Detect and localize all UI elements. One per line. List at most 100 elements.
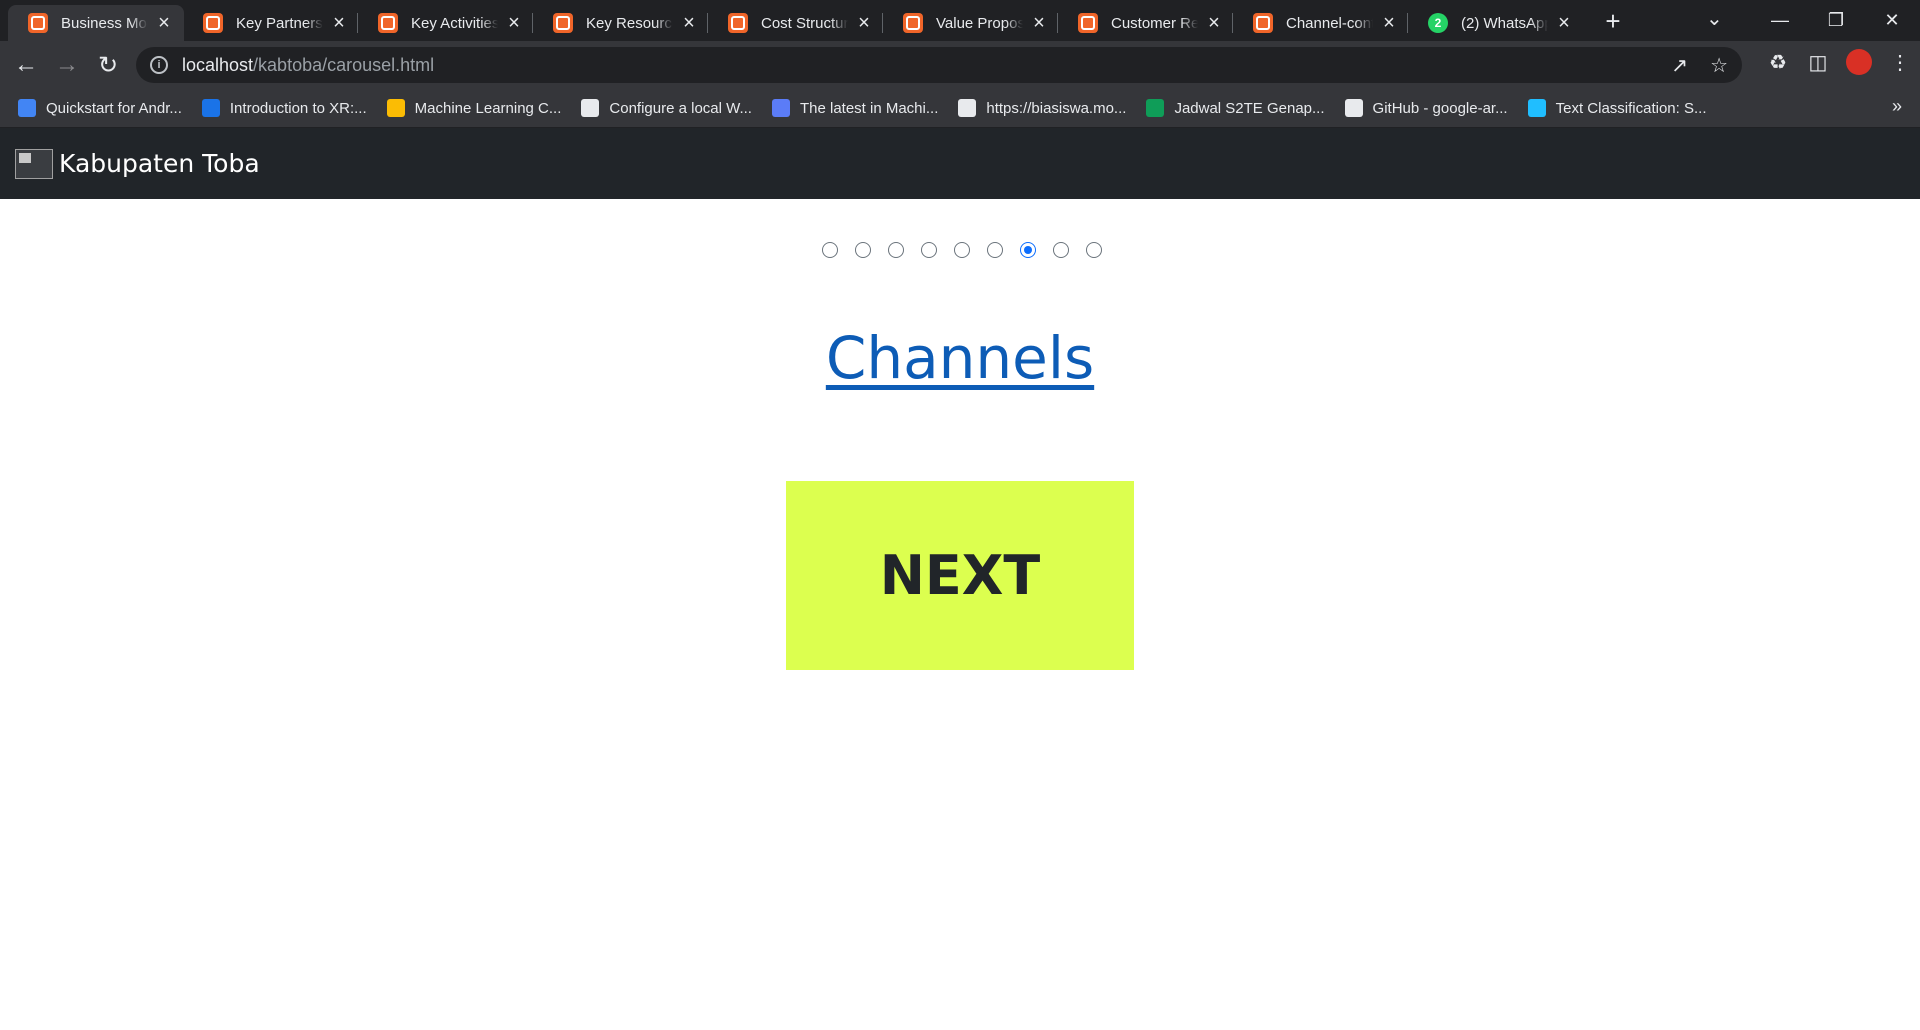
carousel-indicator-radio[interactable] xyxy=(1020,242,1036,258)
browser-tab[interactable]: Value Proposit × xyxy=(883,5,1059,41)
browser-tab[interactable]: Key Resources × xyxy=(533,5,709,41)
tab-close-icon[interactable]: × xyxy=(156,13,172,33)
tab-separator xyxy=(1232,13,1233,33)
bookmark-item[interactable]: Introduction to XR:... xyxy=(201,99,367,117)
bookmark-favicon-icon xyxy=(1146,99,1165,117)
html-file-icon xyxy=(1253,13,1273,33)
html-file-icon xyxy=(28,13,48,33)
minimize-icon[interactable]: — xyxy=(1752,10,1808,31)
window-controls: — ❐ ✕ xyxy=(1752,0,1920,41)
tab-separator xyxy=(532,13,533,33)
menu-kebab-icon[interactable]: ⋮ xyxy=(1880,50,1920,75)
bookmark-star-icon[interactable]: ☆ xyxy=(1710,53,1728,78)
bookmark-item[interactable]: GitHub - google-ar... xyxy=(1344,99,1508,117)
carousel-indicators xyxy=(822,242,1102,258)
url-path: /kabtoba/carousel.html xyxy=(253,54,435,75)
whatsapp-icon xyxy=(1428,13,1448,33)
tab-close-icon[interactable]: × xyxy=(1206,13,1222,33)
site-navbar: Kabupaten Toba xyxy=(0,128,1920,199)
bookmark-item[interactable]: Text Classification: S... xyxy=(1527,99,1707,117)
tab-close-icon[interactable]: × xyxy=(681,13,697,33)
bookmark-label: Configure a local W... xyxy=(609,99,752,117)
carousel-indicator-radio[interactable] xyxy=(987,242,1003,258)
html-file-icon xyxy=(203,13,223,33)
close-window-icon[interactable]: ✕ xyxy=(1864,10,1920,31)
carousel-indicator-radio[interactable] xyxy=(888,242,904,258)
html-file-icon xyxy=(378,13,398,33)
carousel-indicator-radio[interactable] xyxy=(1086,242,1102,258)
side-panel-icon[interactable]: ◫ xyxy=(1798,50,1838,75)
bookmark-item[interactable]: Quickstart for Andr... xyxy=(18,99,182,117)
carousel-indicator-radio[interactable] xyxy=(855,242,871,258)
html-file-icon xyxy=(728,13,748,33)
tab-close-icon[interactable]: × xyxy=(1031,13,1047,33)
tab-close-icon[interactable]: × xyxy=(1556,13,1572,33)
forward-arrow-icon[interactable]: → xyxy=(51,49,83,81)
tab-title: Channel-conte xyxy=(1286,14,1373,32)
extensions-puzzle-icon[interactable]: ♻ xyxy=(1758,50,1798,75)
browser-tab[interactable]: Customer Rela × xyxy=(1058,5,1234,41)
bookmark-label: Text Classification: S... xyxy=(1555,99,1707,117)
bookmark-item[interactable]: Jadwal S2TE Genap... xyxy=(1146,99,1325,117)
tab-close-icon[interactable]: × xyxy=(856,13,872,33)
bookmark-favicon-icon xyxy=(958,99,977,117)
bookmark-label: Introduction to XR:... xyxy=(229,99,367,117)
broken-image-icon[interactable] xyxy=(15,148,53,179)
bookmark-item[interactable]: The latest in Machi... xyxy=(771,99,939,117)
back-arrow-icon[interactable]: ← xyxy=(10,49,42,81)
browser-tab[interactable]: Key Activities × xyxy=(358,5,534,41)
tab-title: Business Mod xyxy=(61,14,148,32)
brand-title[interactable]: Kabupaten Toba xyxy=(59,149,260,178)
bookmark-label: Quickstart for Andr... xyxy=(46,99,182,117)
bookmark-favicon-icon xyxy=(1527,99,1546,117)
bookmark-favicon-icon xyxy=(386,99,405,117)
tab-close-icon[interactable]: × xyxy=(1381,13,1397,33)
carousel-indicator-radio[interactable] xyxy=(954,242,970,258)
channels-link[interactable]: Channels xyxy=(826,324,1094,392)
bookmark-favicon-icon xyxy=(201,99,220,117)
slide-heading: Channels xyxy=(0,324,1920,392)
tab-title: Cost Structure xyxy=(761,14,848,32)
carousel-indicator-radio[interactable] xyxy=(1053,242,1069,258)
bookmark-favicon-icon xyxy=(18,99,36,117)
browser-tab[interactable]: (2) WhatsApp × xyxy=(1408,5,1584,41)
tab-strip: Business Mod × Key Partners × Key Activities… xyxy=(0,0,1920,41)
reload-icon[interactable]: ↻ xyxy=(92,49,124,81)
bookmark-item[interactable]: Configure a local W... xyxy=(581,99,752,117)
bookmark-label: GitHub - google-ar... xyxy=(1372,99,1508,117)
tab-separator xyxy=(1407,13,1408,33)
html-file-icon xyxy=(903,13,923,33)
tab-close-icon[interactable]: × xyxy=(506,13,522,33)
more-bookmarks-chevron-icon[interactable]: » xyxy=(1892,96,1902,117)
tab-title: Key Resources xyxy=(586,14,673,32)
browser-toolbar: ← → ↻ i localhost /kabtoba/carousel.html… xyxy=(0,41,1920,89)
browser-tab[interactable]: Key Partners × xyxy=(183,5,359,41)
browser-tab[interactable]: Business Mod × xyxy=(8,5,184,41)
site-info-icon[interactable]: i xyxy=(150,56,168,74)
bookmark-favicon-icon xyxy=(1344,99,1363,117)
tab-title: Key Activities xyxy=(411,14,498,32)
restore-icon[interactable]: ❐ xyxy=(1808,10,1864,31)
bookmark-label: Machine Learning C... xyxy=(414,99,562,117)
carousel-indicator-radio[interactable] xyxy=(822,242,838,258)
tab-title: Value Proposit xyxy=(936,14,1023,32)
profile-avatar[interactable] xyxy=(1846,49,1872,75)
next-button[interactable]: NEXT xyxy=(786,481,1134,670)
url-host: localhost xyxy=(182,54,254,75)
bookmark-item[interactable]: https://biasiswa.mo... xyxy=(958,99,1126,117)
new-tab-button[interactable]: + xyxy=(1599,8,1627,36)
tab-title: Customer Rela xyxy=(1111,14,1198,32)
browser-tab[interactable]: Cost Structure × xyxy=(708,5,884,41)
bookmark-favicon-icon xyxy=(771,99,790,117)
browser-tab[interactable]: Channel-conte × xyxy=(1233,5,1409,41)
tab-close-icon[interactable]: × xyxy=(331,13,347,33)
bookmark-favicon-icon xyxy=(581,99,600,117)
tab-separator xyxy=(1057,13,1058,33)
bookmark-item[interactable]: Machine Learning C... xyxy=(386,99,562,117)
tab-search-chevron-icon[interactable]: ⌄ xyxy=(1706,6,1723,31)
tab-title: Key Partners xyxy=(236,14,323,32)
share-icon[interactable]: ↗ xyxy=(1671,53,1688,78)
bookmark-label: The latest in Machi... xyxy=(799,99,939,117)
carousel-indicator-radio[interactable] xyxy=(921,242,937,258)
address-bar[interactable]: i localhost /kabtoba/carousel.html ↗ ☆ xyxy=(136,47,1742,83)
